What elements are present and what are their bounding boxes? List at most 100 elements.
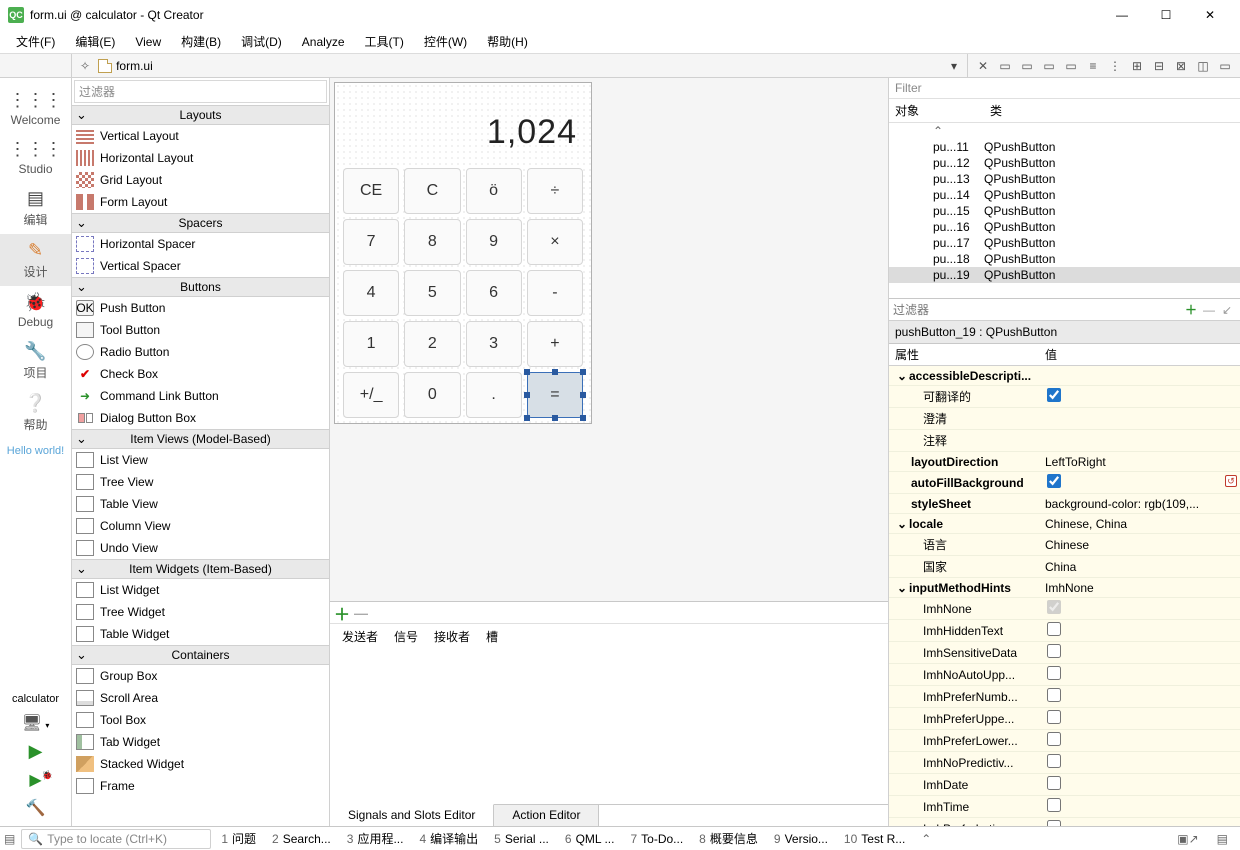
property-checkbox[interactable] [1047,666,1061,680]
file-tab[interactable]: form.ui [116,59,161,73]
widget-group-header[interactable]: ⌄Containers [72,645,329,665]
locator-input[interactable]: 🔍Type to locate (Ctrl+K) [21,829,211,849]
target-selector[interactable]: 🖥 ▾ [0,709,71,737]
object-tree-filter[interactable]: Filter [889,78,1240,99]
property-checkbox[interactable] [1047,388,1061,402]
minimize-button[interactable]: — [1100,0,1144,30]
property-checkbox[interactable] [1047,710,1061,724]
widget-filter-input[interactable]: 过滤器 [74,80,327,103]
widget-item[interactable]: Table Widget [72,623,329,645]
remove-icon[interactable]: — [354,605,368,621]
add-dynamic-prop-icon[interactable]: ＋ [1182,301,1200,318]
object-tree-row[interactable]: pu...15QPushButton [889,203,1240,219]
menu-item[interactable]: 编辑(E) [65,30,125,53]
menu-item[interactable]: Analyze [292,32,355,52]
tool-icon[interactable]: ▭ [1214,59,1236,73]
calc-key[interactable]: . [466,372,522,418]
col-object[interactable]: 对象 [889,99,984,122]
property-row[interactable]: ⌄inputMethodHintsImhNone [889,578,1240,598]
layout-v-icon[interactable]: ⋮ [1104,59,1126,73]
widget-group-header[interactable]: ⌄Spacers [72,213,329,233]
pin-icon[interactable]: ✧ [80,59,90,73]
widget-item[interactable]: Undo View [72,537,329,559]
layout-f-icon[interactable]: ⊟ [1148,59,1170,73]
calc-key[interactable]: = [527,372,583,418]
object-tree-row[interactable]: pu...13QPushButton [889,171,1240,187]
menu-item[interactable]: 工具(T) [355,30,414,53]
close-file-icon[interactable]: ✕ [972,59,994,73]
property-filter-input[interactable] [893,303,1182,317]
output-pane-tab[interactable]: 10Test R... [836,832,913,846]
property-editor[interactable]: 属性 值 ⌄accessibleDescripti...可翻译的澄清注释layo… [889,344,1240,826]
build-button[interactable]: 🔨 [0,794,71,822]
object-tree-row[interactable]: pu...17QPushButton [889,235,1240,251]
signal-column[interactable]: 槽 [480,627,504,646]
col-property[interactable]: 属性 [889,344,1041,365]
tool-icon[interactable]: ▭ [994,59,1016,73]
output-pane-tab[interactable]: 7To-Do... [622,832,691,846]
output-pane-tab[interactable]: 3应用程... [339,830,412,847]
calc-key[interactable]: 2 [404,321,460,367]
menu-item[interactable]: 调试(D) [231,30,292,53]
widget-item[interactable]: Horizontal Spacer [72,233,329,255]
tool-icon[interactable]: ▭ [1038,59,1060,73]
col-class[interactable]: 类 [984,99,1008,122]
menu-item[interactable]: 控件(W) [414,30,477,53]
widget-group-header[interactable]: ⌄Item Views (Model-Based) [72,429,329,449]
maximize-button[interactable]: ☐ [1144,0,1188,30]
property-checkbox[interactable] [1047,776,1061,790]
property-row[interactable]: ImhNoAutoUpp... [889,664,1240,686]
property-checkbox[interactable] [1047,622,1061,636]
output-pane-tab[interactable]: 6QML ... [557,832,623,846]
bottom-tab[interactable]: Signals and Slots Editor [330,804,494,826]
menu-item[interactable]: View [125,32,171,52]
signal-column[interactable]: 接收者 [428,627,476,646]
property-row[interactable]: ImhPreferUppe... [889,708,1240,730]
widget-item[interactable]: ✔Check Box [72,363,329,385]
widget-group-header[interactable]: ⌄Buttons [72,277,329,297]
break-layout-icon[interactable]: ⊠ [1170,59,1192,73]
property-checkbox[interactable] [1047,820,1061,826]
calc-key[interactable]: 0 [404,372,460,418]
add-icon[interactable]: ＋ [334,601,350,625]
object-tree-row[interactable]: pu...18QPushButton [889,251,1240,267]
calc-key[interactable]: 7 [343,219,399,265]
object-tree-row[interactable]: pu...12QPushButton [889,155,1240,171]
widget-item[interactable]: Horizontal Layout [72,147,329,169]
property-row[interactable]: ⌄localeChinese, China [889,514,1240,534]
property-row[interactable]: ⌄accessibleDescripti... [889,366,1240,386]
property-row[interactable]: ImhPreferLower... [889,730,1240,752]
property-row[interactable]: ImhNone [889,598,1240,620]
menu-item[interactable]: 构建(B) [171,30,231,53]
widget-item[interactable]: Form Layout [72,191,329,213]
widget-item[interactable]: OKPush Button [72,297,329,319]
calc-key[interactable]: C [404,168,460,214]
mode-welcome[interactable]: ⋮⋮⋮Welcome [0,84,71,133]
object-tree[interactable]: 对象 类 ⌃pu...11QPushButtonpu...12QPushButt… [889,99,1240,299]
remove-dynamic-prop-icon[interactable]: — [1200,303,1218,317]
signal-column[interactable]: 发送者 [336,627,384,646]
close-sidebar-icon[interactable]: ▣↗ [1169,832,1206,846]
property-checkbox[interactable] [1047,732,1061,746]
widget-item[interactable]: Vertical Spacer [72,255,329,277]
calc-key[interactable]: 9 [466,219,522,265]
mode-studio[interactable]: ⋮⋮⋮Studio [0,133,71,182]
widget-item[interactable]: Dialog Button Box [72,407,329,429]
property-row[interactable]: ImhSensitiveData [889,642,1240,664]
menu-item[interactable]: 文件(F) [6,30,65,53]
property-row[interactable]: ImhPreferLatin [889,818,1240,826]
layout-g-icon[interactable]: ⊞ [1126,59,1148,73]
bottom-tab[interactable]: Action Editor [494,805,599,826]
calc-key[interactable]: 4 [343,270,399,316]
property-checkbox[interactable] [1047,474,1061,488]
layout-h-icon[interactable]: ≡ [1082,59,1104,73]
property-row[interactable]: 注释 [889,430,1240,452]
output-pane-tab[interactable]: 1问题 [213,830,264,847]
calc-key[interactable]: + [527,321,583,367]
widget-item[interactable]: Tab Widget [72,731,329,753]
mode-projects[interactable]: 🔧项目 [0,335,71,387]
widget-item[interactable]: Scroll Area [72,687,329,709]
property-row[interactable]: 国家China [889,556,1240,578]
widget-item[interactable]: Frame [72,775,329,797]
mode-edit[interactable]: ▤编辑 [0,182,71,234]
